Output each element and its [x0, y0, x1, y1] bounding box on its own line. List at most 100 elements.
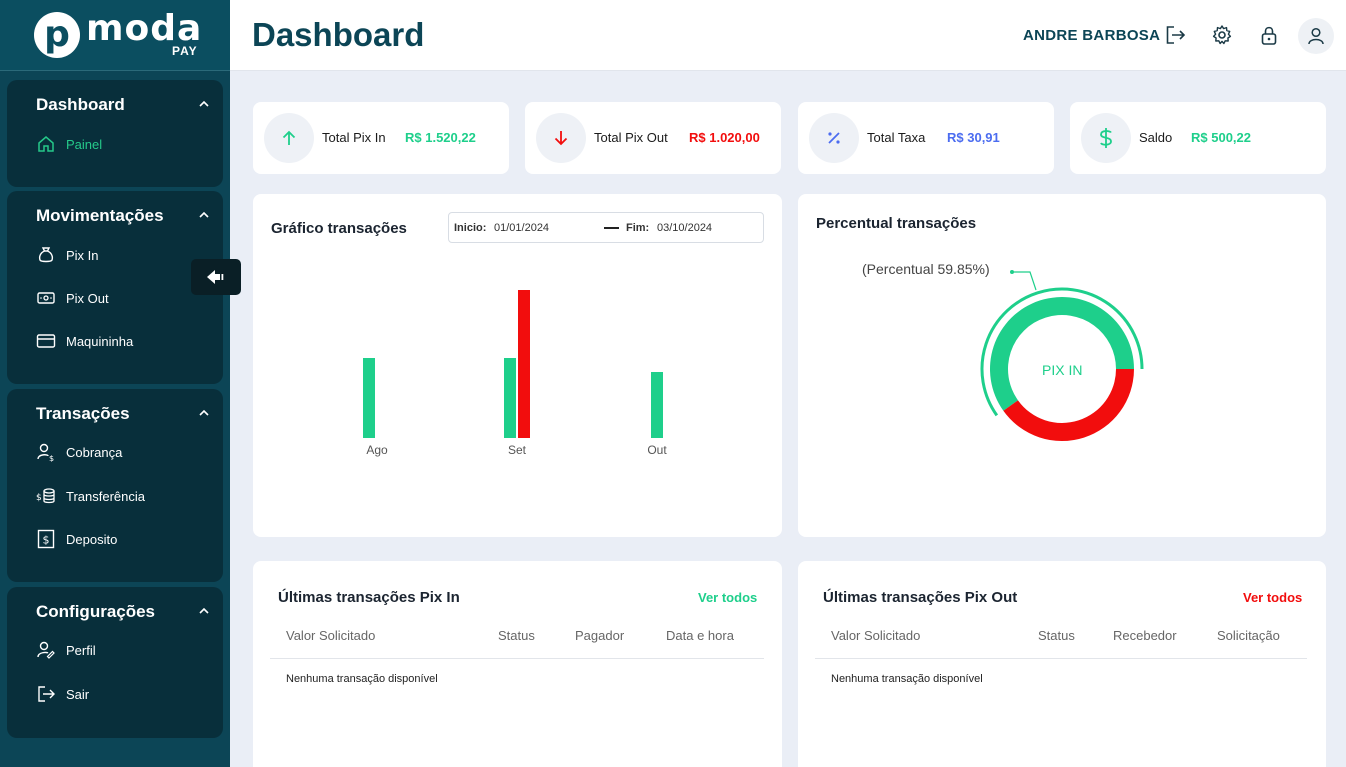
- bar-pix-in-out[interactable]: [651, 372, 663, 438]
- menu-group-title[interactable]: Dashboard: [36, 95, 125, 115]
- stat-value: R$ 30,91: [947, 130, 1000, 145]
- menu-group-configuracoes: Configurações Perfil Sair: [7, 587, 223, 738]
- stat-label: Total Taxa: [867, 130, 926, 145]
- gear-icon[interactable]: [1211, 24, 1233, 46]
- sidebar-item-label: Perfil: [66, 642, 96, 658]
- receipt-dollar-icon: $: [36, 529, 56, 549]
- column-header[interactable]: Solicitação: [1217, 628, 1280, 643]
- sidebar-item-painel[interactable]: Painel: [36, 132, 102, 156]
- chevron-up-icon[interactable]: [199, 408, 209, 418]
- pix-out-table-panel: Últimas transações Pix Out Ver todos Val…: [798, 561, 1326, 767]
- sidebar-item-transferencia[interactable]: $ Transferência: [36, 484, 145, 508]
- logout-icon: [36, 684, 56, 704]
- stat-card-total-pix-out: Total Pix Out R$ 1.020,00: [525, 102, 781, 174]
- column-header[interactable]: Data e hora: [666, 628, 734, 643]
- user-dollar-icon: $: [36, 442, 56, 462]
- bar-pix-in-set[interactable]: [504, 358, 516, 438]
- column-header[interactable]: Status: [498, 628, 535, 643]
- header: Dashboard ANDRE BARBOSA: [230, 0, 1346, 71]
- annotation-dot: [1010, 270, 1014, 274]
- annotation-leader-line: [1012, 271, 1037, 291]
- column-header[interactable]: Valor Solicitado: [286, 628, 375, 643]
- sidebar-item-cobranca[interactable]: $ Cobrança: [36, 440, 122, 464]
- sidebar-item-pix-out[interactable]: Pix Out: [36, 286, 109, 310]
- sidebar-item-label: Deposito: [66, 531, 118, 547]
- donut-slice-pix-out[interactable]: [1003, 369, 1134, 441]
- lock-icon[interactable]: [1258, 24, 1280, 46]
- coins-stack-icon: $: [36, 486, 56, 506]
- stat-card-total-pix-in: Total Pix In R$ 1.520,22: [253, 102, 509, 174]
- sidebar-item-maquininha[interactable]: Maquininha: [36, 329, 133, 353]
- menu-group-title[interactable]: Movimentações: [36, 206, 164, 226]
- view-all-pix-out-link[interactable]: Ver todos: [1243, 590, 1302, 605]
- logout-icon[interactable]: [1164, 24, 1186, 46]
- sidebar-item-label: Cobrança: [66, 444, 123, 460]
- sidebar-item-sair[interactable]: Sair: [36, 682, 89, 706]
- avatar[interactable]: [1298, 18, 1334, 54]
- home-icon: [36, 134, 56, 154]
- sidebar-item-deposito[interactable]: $ Deposito: [36, 527, 117, 551]
- sidebar-item-label: Painel: [66, 136, 103, 152]
- view-all-pix-in-link[interactable]: Ver todos: [698, 590, 757, 605]
- collapse-sidebar-button[interactable]: [191, 259, 241, 295]
- donut-center-label: PIX IN: [1042, 362, 1083, 378]
- stat-value: R$ 500,22: [1191, 130, 1251, 145]
- column-header[interactable]: Valor Solicitado: [831, 628, 920, 643]
- credit-card-icon: [36, 331, 56, 351]
- menu-group-title[interactable]: Configurações: [36, 602, 155, 622]
- sidebar: p moda PAY Dashboard Painel Movimentaçõe…: [0, 0, 230, 767]
- arrow-down-icon: [536, 113, 586, 163]
- svg-text:$: $: [36, 493, 42, 503]
- column-header[interactable]: Status: [1038, 628, 1075, 643]
- bar-pix-out-set[interactable]: [518, 290, 530, 438]
- divider: [270, 658, 764, 659]
- bar-pix-in-ago[interactable]: [363, 358, 375, 438]
- menu-group-title[interactable]: Transações: [36, 404, 130, 424]
- transactions-chart-panel: Gráfico transações Inicio: 01/01/2024 Fi…: [253, 194, 782, 537]
- empty-state: Nenhuma transação disponível: [831, 673, 983, 685]
- stat-value: R$ 1.520,22: [405, 130, 476, 145]
- user-icon: [1308, 27, 1324, 45]
- sidebar-item-label: Transferência: [66, 488, 145, 504]
- arrow-left-icon: [207, 270, 224, 284]
- user-name: ANDRE BARBOSA: [1023, 27, 1161, 44]
- sidebar-item-pix-in[interactable]: Pix In: [36, 243, 99, 267]
- percent-icon: [809, 113, 859, 163]
- menu-group-dashboard: Dashboard Painel: [7, 80, 223, 187]
- logo-wordmark: moda: [86, 8, 203, 49]
- divider: [815, 658, 1307, 659]
- sidebar-item-label: Sair: [66, 686, 90, 702]
- svg-text:$: $: [49, 454, 54, 462]
- sidebar-item-label: Pix In: [66, 247, 99, 263]
- menu-group-transacoes: Transações $ Cobrança $ Transferência $ …: [7, 389, 223, 582]
- pix-in-table-panel: Últimas transações Pix In Ver todos Valo…: [253, 561, 782, 767]
- stat-card-total-taxa: Total Taxa R$ 30,91: [798, 102, 1054, 174]
- pix-in-table-title: Últimas transações Pix In: [278, 589, 460, 606]
- empty-state: Nenhuma transação disponível: [286, 673, 438, 685]
- chevron-up-icon[interactable]: [199, 99, 209, 109]
- bar-chart: Ago Set Out: [253, 194, 782, 537]
- logo-sub: PAY: [172, 44, 198, 58]
- sidebar-item-label: Pix Out: [66, 290, 109, 306]
- user-edit-icon: [36, 640, 56, 660]
- svg-text:$: $: [43, 534, 50, 547]
- sidebar-item-perfil[interactable]: Perfil: [36, 638, 96, 662]
- money-bag-icon: [36, 245, 56, 265]
- column-header[interactable]: Recebedor: [1113, 628, 1177, 643]
- stat-label: Total Pix In: [322, 130, 386, 145]
- chevron-up-icon[interactable]: [199, 606, 209, 616]
- stat-label: Total Pix Out: [594, 130, 668, 145]
- x-tick-label: Out: [647, 443, 667, 457]
- logo-mark: p: [34, 12, 80, 58]
- logo[interactable]: p moda PAY: [0, 0, 230, 71]
- chevron-up-icon[interactable]: [199, 210, 209, 220]
- dollar-icon: [1081, 113, 1131, 163]
- x-tick-label: Ago: [366, 443, 388, 457]
- stat-label: Saldo: [1139, 130, 1173, 145]
- stat-card-saldo: Saldo R$ 500,22: [1070, 102, 1326, 174]
- column-header[interactable]: Pagador: [575, 628, 624, 643]
- sidebar-item-label: Maquininha: [66, 333, 134, 349]
- arrow-up-icon: [264, 113, 314, 163]
- x-tick-label: Set: [507, 443, 526, 457]
- pix-out-table-title: Últimas transações Pix Out: [823, 589, 1018, 606]
